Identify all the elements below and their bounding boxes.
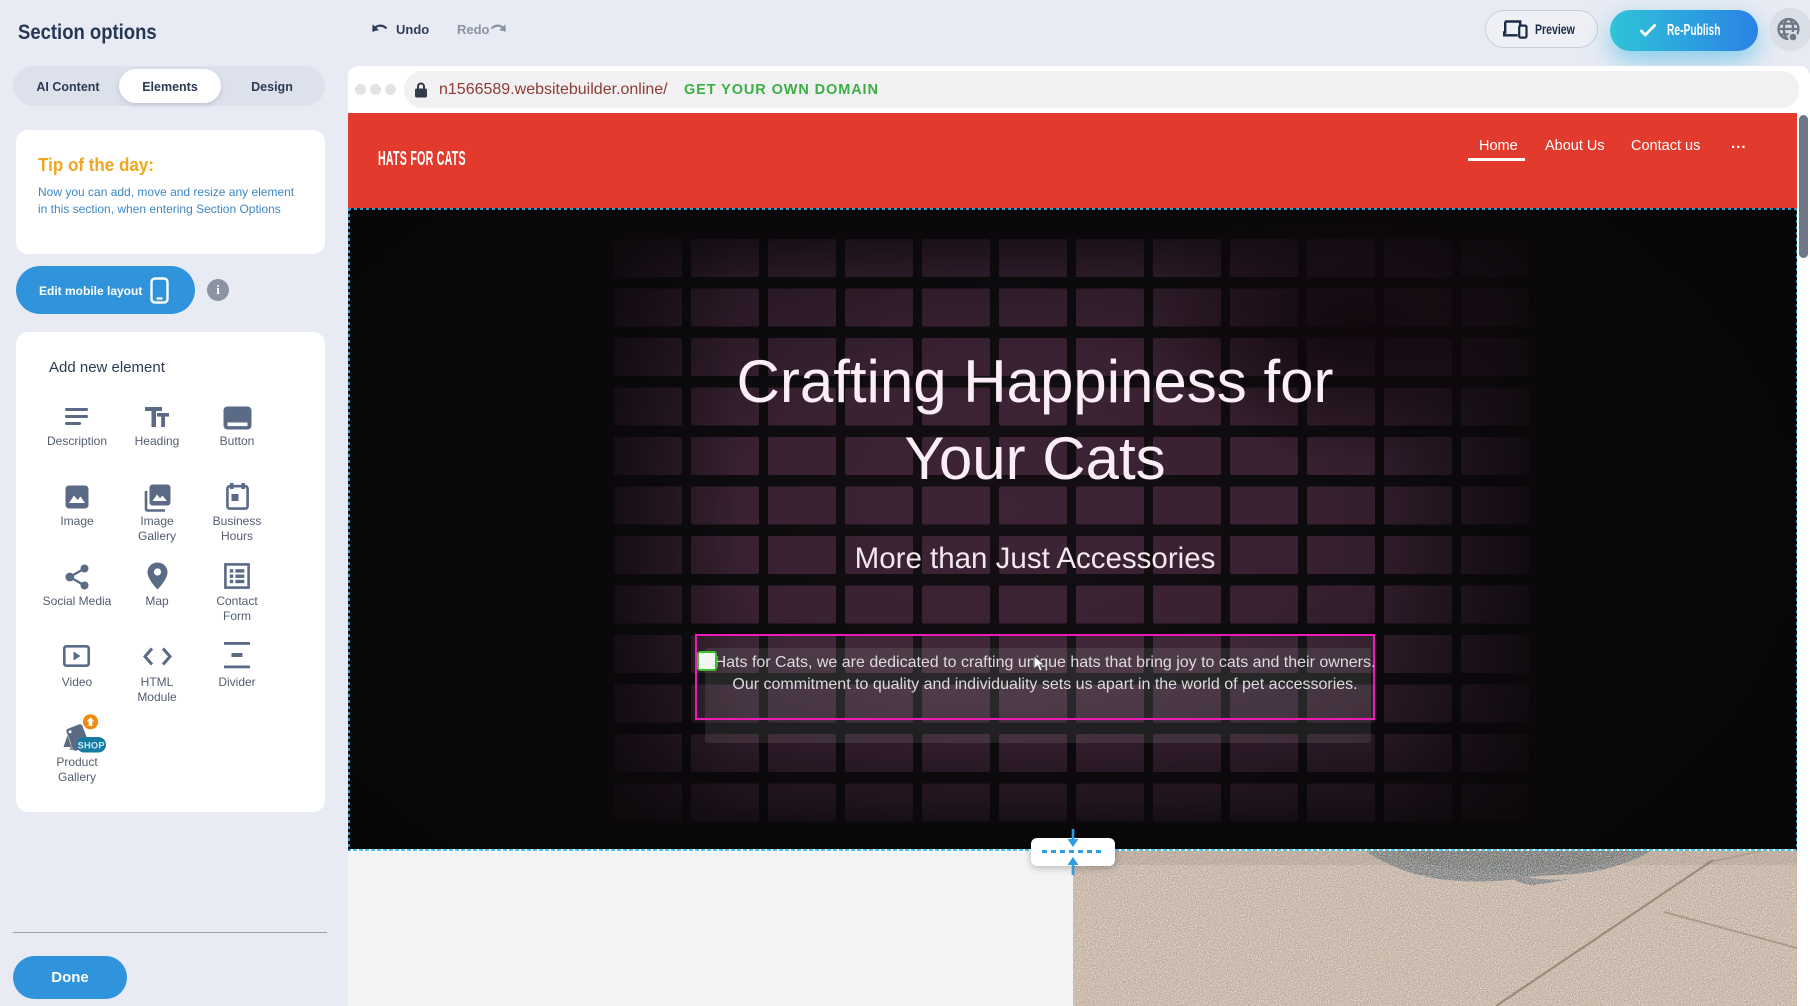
svg-text:SHOP: SHOP (78, 740, 105, 750)
